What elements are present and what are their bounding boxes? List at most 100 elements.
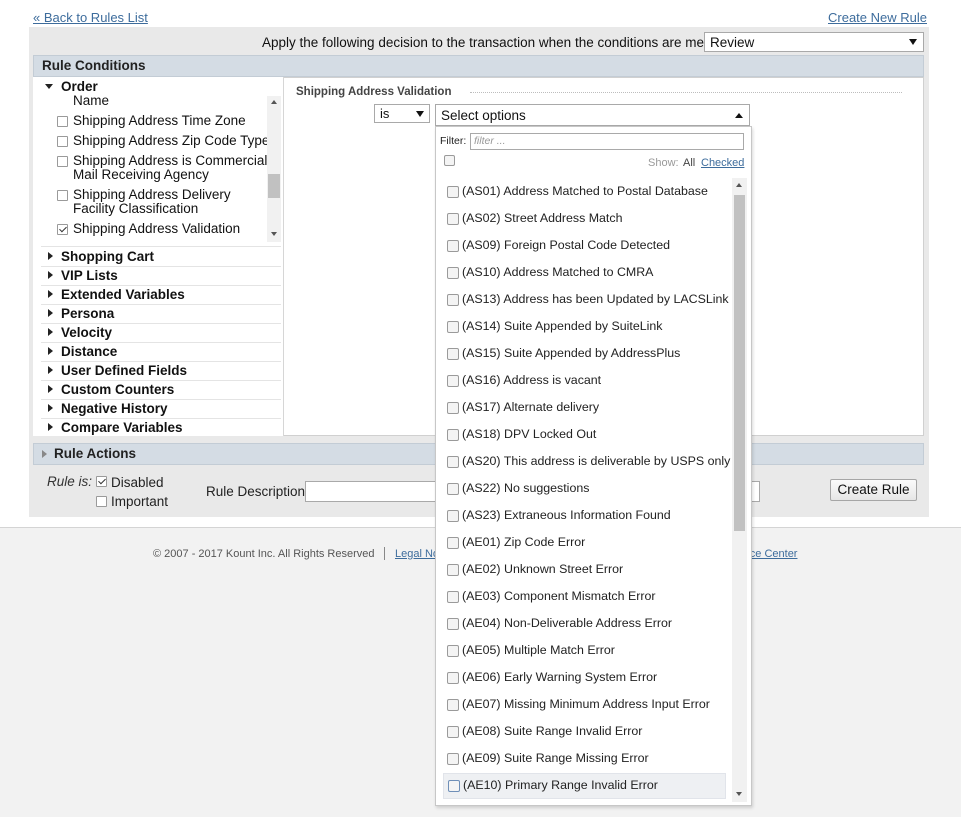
option-checkbox[interactable] bbox=[447, 726, 459, 738]
scroll-up-icon[interactable] bbox=[271, 100, 277, 104]
category-user-defined-fields[interactable]: User Defined Fields bbox=[61, 363, 187, 378]
option-checkbox[interactable] bbox=[447, 483, 459, 495]
caret-collapsed-icon[interactable] bbox=[48, 290, 53, 298]
option-checkbox[interactable] bbox=[447, 321, 459, 333]
list-item[interactable]: (AE04) Non-Deliverable Address Error bbox=[443, 612, 726, 636]
options-scrollbar[interactable] bbox=[732, 178, 747, 802]
caret-collapsed-icon[interactable] bbox=[48, 423, 53, 431]
caret-collapsed-icon[interactable] bbox=[42, 450, 47, 458]
order-item-shipping-validation[interactable]: Shipping Address Validation bbox=[73, 222, 240, 236]
scroll-down-icon[interactable] bbox=[271, 232, 277, 236]
caret-collapsed-icon[interactable] bbox=[48, 385, 53, 393]
create-new-rule-link[interactable]: Create New Rule bbox=[828, 10, 927, 25]
option-checkbox[interactable] bbox=[447, 564, 459, 576]
option-checkbox[interactable] bbox=[447, 537, 459, 549]
disabled-checkbox[interactable] bbox=[96, 476, 107, 487]
option-checkbox[interactable] bbox=[447, 618, 459, 630]
list-item[interactable]: (AS15) Suite Appended by AddressPlus bbox=[443, 342, 726, 366]
caret-collapsed-icon[interactable] bbox=[48, 328, 53, 336]
scroll-down-icon[interactable] bbox=[736, 792, 742, 796]
list-item[interactable]: (AS20) This address is deliverable by US… bbox=[443, 450, 730, 474]
list-item[interactable]: (AE01) Zip Code Error bbox=[443, 531, 726, 555]
list-item[interactable]: (AE08) Suite Range Invalid Error bbox=[443, 720, 726, 744]
option-checkbox[interactable] bbox=[447, 645, 459, 657]
order-item-checkbox[interactable] bbox=[57, 156, 68, 167]
option-checkbox[interactable] bbox=[447, 186, 459, 198]
list-item[interactable]: (AS22) No suggestions bbox=[443, 477, 726, 501]
list-item[interactable]: (AS14) Suite Appended by SuiteLink bbox=[443, 315, 726, 339]
create-rule-button[interactable]: Create Rule bbox=[830, 479, 917, 501]
list-item[interactable]: (AS16) Address is vacant bbox=[443, 369, 726, 393]
option-checkbox[interactable] bbox=[447, 213, 459, 225]
option-checkbox[interactable] bbox=[447, 402, 459, 414]
caret-collapsed-icon[interactable] bbox=[48, 271, 53, 279]
order-item-time-zone[interactable]: Shipping Address Time Zone bbox=[73, 114, 246, 128]
list-item[interactable]: (AS02) Street Address Match bbox=[443, 207, 726, 231]
option-checkbox[interactable] bbox=[448, 780, 460, 792]
chevron-down-icon bbox=[909, 39, 917, 45]
category-extended-variables[interactable]: Extended Variables bbox=[61, 287, 185, 302]
list-item[interactable]: (AS01) Address Matched to Postal Databas… bbox=[443, 180, 726, 204]
option-checkbox[interactable] bbox=[447, 456, 459, 468]
category-negative-history[interactable]: Negative History bbox=[61, 401, 168, 416]
order-item-checkbox[interactable] bbox=[57, 116, 68, 127]
order-item-delivery-line2[interactable]: Facility Classification bbox=[73, 202, 198, 216]
option-checkbox[interactable] bbox=[447, 375, 459, 387]
caret-collapsed-icon[interactable] bbox=[48, 366, 53, 374]
list-item[interactable]: (AS23) Extraneous Information Found bbox=[443, 504, 726, 528]
option-checkbox[interactable] bbox=[447, 267, 459, 279]
scrollbar-thumb[interactable] bbox=[734, 195, 745, 531]
order-item-checkbox-checked[interactable] bbox=[57, 224, 68, 235]
list-item[interactable]: (AE06) Early Warning System Error bbox=[443, 666, 726, 690]
caret-collapsed-icon[interactable] bbox=[48, 309, 53, 317]
order-item-checkbox[interactable] bbox=[57, 136, 68, 147]
list-item[interactable]: (AS13) Address has been Updated by LACSL… bbox=[443, 288, 729, 312]
list-item[interactable]: (AS18) DPV Locked Out bbox=[443, 423, 726, 447]
order-item-commercial-line2[interactable]: Mail Receiving Agency bbox=[73, 168, 209, 182]
option-checkbox[interactable] bbox=[447, 699, 459, 711]
decision-select[interactable]: Review bbox=[704, 32, 924, 52]
scroll-up-icon[interactable] bbox=[736, 183, 742, 187]
category-persona[interactable]: Persona bbox=[61, 306, 114, 321]
legal-notice-link[interactable]: Legal No bbox=[395, 548, 439, 560]
option-checkbox[interactable] bbox=[447, 240, 459, 252]
list-item[interactable]: (AE05) Multiple Match Error bbox=[443, 639, 726, 663]
operator-select[interactable]: is bbox=[374, 104, 430, 123]
category-order[interactable]: Order bbox=[61, 79, 98, 94]
caret-collapsed-icon[interactable] bbox=[48, 347, 53, 355]
order-item-checkbox[interactable] bbox=[57, 190, 68, 201]
important-checkbox[interactable] bbox=[96, 496, 107, 507]
order-list-scrollbar[interactable] bbox=[267, 96, 281, 242]
category-velocity[interactable]: Velocity bbox=[61, 325, 112, 340]
category-vip-lists[interactable]: VIP Lists bbox=[61, 268, 118, 283]
options-multiselect[interactable]: Select options bbox=[435, 104, 750, 126]
caret-collapsed-icon[interactable] bbox=[48, 252, 53, 260]
category-compare-variables[interactable]: Compare Variables bbox=[61, 420, 183, 435]
list-item[interactable]: (AE02) Unknown Street Error bbox=[443, 558, 726, 582]
category-shopping-cart[interactable]: Shopping Cart bbox=[61, 249, 154, 264]
list-item[interactable]: (AE07) Missing Minimum Address Input Err… bbox=[443, 693, 726, 717]
caret-collapsed-icon[interactable] bbox=[48, 404, 53, 412]
order-item-commercial-line1[interactable]: Shipping Address is Commercial bbox=[73, 154, 267, 168]
back-to-rules-link[interactable]: « Back to Rules List bbox=[33, 10, 148, 25]
list-item-highlighted[interactable]: (AE10) Primary Range Invalid Error bbox=[443, 773, 726, 799]
caret-expanded-icon[interactable] bbox=[45, 84, 53, 89]
option-checkbox[interactable] bbox=[447, 429, 459, 441]
list-item[interactable]: (AS17) Alternate delivery bbox=[443, 396, 726, 420]
option-checkbox[interactable] bbox=[447, 510, 459, 522]
category-custom-counters[interactable]: Custom Counters bbox=[61, 382, 174, 397]
list-item[interactable]: (AS10) Address Matched to CMRA bbox=[443, 261, 726, 285]
list-item[interactable]: (AE09) Suite Range Missing Error bbox=[443, 747, 726, 771]
order-item-name[interactable]: Name bbox=[73, 94, 109, 108]
category-distance[interactable]: Distance bbox=[61, 344, 117, 359]
list-item[interactable]: (AE03) Component Mismatch Error bbox=[443, 585, 726, 609]
order-item-zip-code-type[interactable]: Shipping Address Zip Code Type bbox=[73, 134, 269, 148]
option-checkbox[interactable] bbox=[447, 753, 459, 765]
order-item-delivery-line1[interactable]: Shipping Address Delivery bbox=[73, 188, 231, 202]
option-checkbox[interactable] bbox=[447, 591, 459, 603]
option-checkbox[interactable] bbox=[447, 672, 459, 684]
option-checkbox[interactable] bbox=[447, 294, 459, 306]
list-item[interactable]: (AS09) Foreign Postal Code Detected bbox=[443, 234, 726, 258]
scrollbar-thumb[interactable] bbox=[268, 174, 280, 198]
option-checkbox[interactable] bbox=[447, 348, 459, 360]
